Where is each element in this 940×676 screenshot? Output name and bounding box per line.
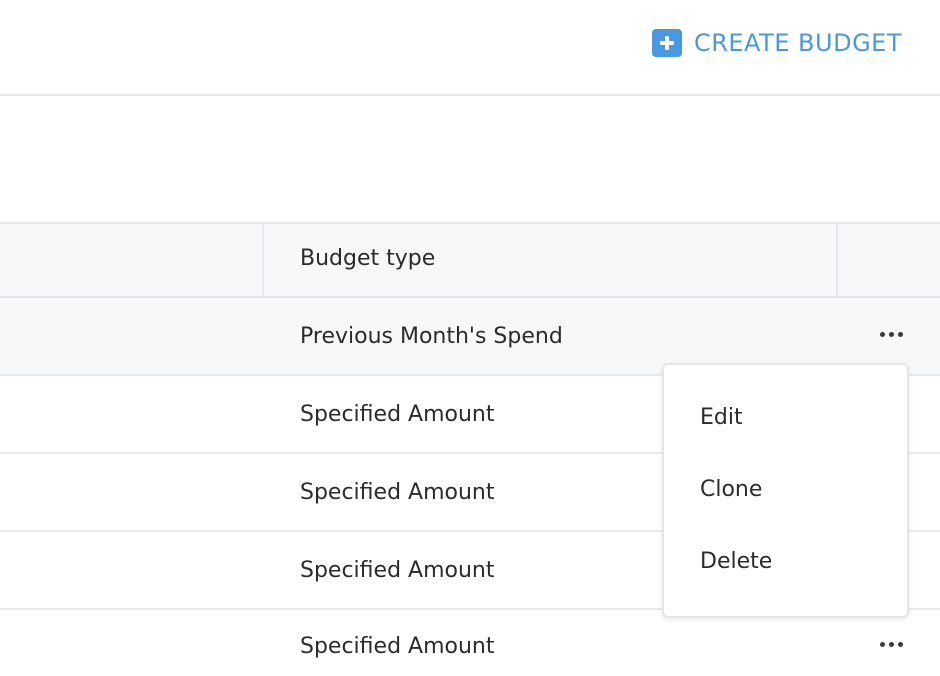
row-actions-menu: Edit Clone Delete	[662, 363, 909, 618]
menu-item-edit[interactable]: Edit	[700, 405, 743, 430]
dot	[888, 641, 894, 647]
column-divider[interactable]	[262, 224, 264, 296]
budget-type-cell: Specified Amount	[300, 480, 495, 505]
budget-type-cell: Specified Amount	[300, 634, 495, 659]
menu-item-delete[interactable]: Delete	[700, 549, 772, 574]
column-header-budget-type[interactable]: Budget type	[300, 246, 435, 271]
page-header: CREATE BUDGET	[0, 0, 940, 96]
dot	[879, 331, 885, 337]
dot	[888, 331, 894, 337]
table-row[interactable]: Specified Amount	[0, 608, 940, 676]
budget-type-cell: Specified Amount	[300, 558, 495, 583]
table-header: Budget type	[0, 222, 940, 298]
create-budget-label: CREATE BUDGET	[693, 29, 902, 57]
dot	[897, 331, 903, 337]
create-budget-button[interactable]: CREATE BUDGET	[651, 27, 902, 59]
more-horizontal-icon[interactable]	[870, 630, 912, 658]
dot	[897, 641, 903, 647]
plus-icon	[651, 29, 682, 57]
menu-item-clone[interactable]: Clone	[700, 477, 762, 502]
column-divider[interactable]	[836, 224, 838, 296]
budget-type-cell: Specified Amount	[300, 402, 495, 427]
dot	[879, 641, 885, 647]
budget-type-cell: Previous Month's Spend	[300, 324, 563, 349]
budgets-page: CREATE BUDGET Budget type Previous Month…	[0, 0, 940, 676]
more-horizontal-icon[interactable]	[870, 320, 912, 348]
